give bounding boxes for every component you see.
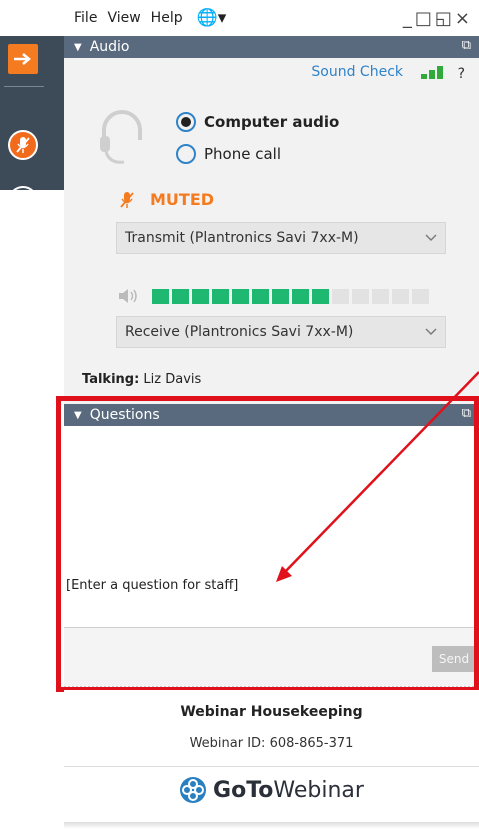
menu-view[interactable]: View	[107, 10, 140, 26]
headset-icon	[100, 110, 142, 164]
audio-panel-header[interactable]: ▼ Audio ⧉	[64, 36, 479, 58]
meter-segment	[192, 288, 209, 304]
sound-check-link[interactable]: Sound Check	[311, 64, 403, 80]
meter-segment	[272, 288, 289, 304]
brand-bold: GoTo	[213, 777, 274, 803]
microphone-muted-icon	[16, 137, 30, 153]
webinar-footer: Webinar Housekeeping Webinar ID: 608-865…	[64, 690, 479, 829]
menu-file[interactable]: File	[74, 10, 97, 26]
receive-device-select[interactable]: Receive (Plantronics Savi 7xx-M)	[116, 316, 446, 348]
help-icon[interactable]: ?	[458, 66, 465, 82]
strip-divider	[4, 86, 44, 87]
meter-segment	[172, 288, 189, 304]
webinar-id: Webinar ID: 608-865-371	[189, 736, 354, 751]
receive-device-value: Receive (Plantronics Savi 7xx-M)	[125, 324, 354, 340]
transmit-device-value: Transmit (Plantronics Savi 7xx-M)	[125, 230, 359, 246]
signal-strength-icon	[421, 66, 443, 79]
gotowebinar-logo: GoTo Webinar	[64, 776, 479, 804]
webinar-title: Webinar Housekeeping	[180, 704, 363, 720]
brand-light: Webinar	[273, 777, 364, 803]
footer-divider	[64, 766, 479, 767]
speaker-level-row	[118, 288, 429, 304]
audio-panel: Sound Check ? Computer audio Phone call …	[64, 58, 479, 404]
computer-audio-radio[interactable]	[176, 112, 196, 132]
meter-segment	[332, 288, 349, 304]
meter-segment	[292, 288, 309, 304]
chevron-down-icon	[425, 234, 437, 241]
collapse-arrow-button[interactable]	[8, 44, 38, 74]
mute-toggle-button[interactable]	[8, 130, 38, 160]
chevron-down-icon	[425, 328, 437, 335]
window-controls[interactable]: _□◱×	[403, 8, 473, 29]
gotowebinar-flower-icon	[180, 777, 207, 803]
popout-icon[interactable]: ⧉	[462, 38, 471, 53]
meter-segment	[392, 288, 409, 304]
audio-panel-title: Audio	[89, 39, 130, 55]
meter-segment	[232, 288, 249, 304]
arrow-right-icon	[14, 53, 31, 65]
meter-segment	[152, 288, 169, 304]
transmit-device-select[interactable]: Transmit (Plantronics Savi 7xx-M)	[116, 222, 446, 254]
collapse-triangle-icon[interactable]: ▼	[74, 42, 82, 53]
meter-segment	[372, 288, 389, 304]
meter-segment	[352, 288, 369, 304]
talking-name: Liz Davis	[143, 372, 202, 387]
mic-status: MUTED	[120, 190, 214, 209]
menubar: File View Help 🌐▾ _□◱×	[64, 0, 479, 36]
globe-icon[interactable]: 🌐▾	[197, 8, 227, 28]
talking-indicator: Talking: Liz Davis	[82, 372, 201, 387]
speaker-level-meter	[152, 288, 429, 304]
computer-audio-label: Computer audio	[204, 113, 340, 131]
meter-segment	[212, 288, 229, 304]
meter-segment	[312, 288, 329, 304]
control-strip	[0, 36, 65, 216]
phone-call-label: Phone call	[204, 145, 282, 163]
computer-audio-option[interactable]: Computer audio	[176, 112, 339, 132]
phone-call-radio[interactable]	[176, 144, 196, 164]
muted-label: MUTED	[150, 190, 215, 209]
annotation-arrow	[276, 371, 479, 582]
phone-call-option[interactable]: Phone call	[176, 144, 281, 164]
meter-segment	[412, 288, 429, 304]
microphone-muted-icon	[120, 191, 134, 208]
talking-label: Talking:	[82, 372, 140, 387]
speaker-icon	[119, 289, 137, 303]
menu-help[interactable]: Help	[151, 10, 183, 26]
meter-segment	[252, 288, 269, 304]
footer-shadow	[64, 822, 479, 829]
